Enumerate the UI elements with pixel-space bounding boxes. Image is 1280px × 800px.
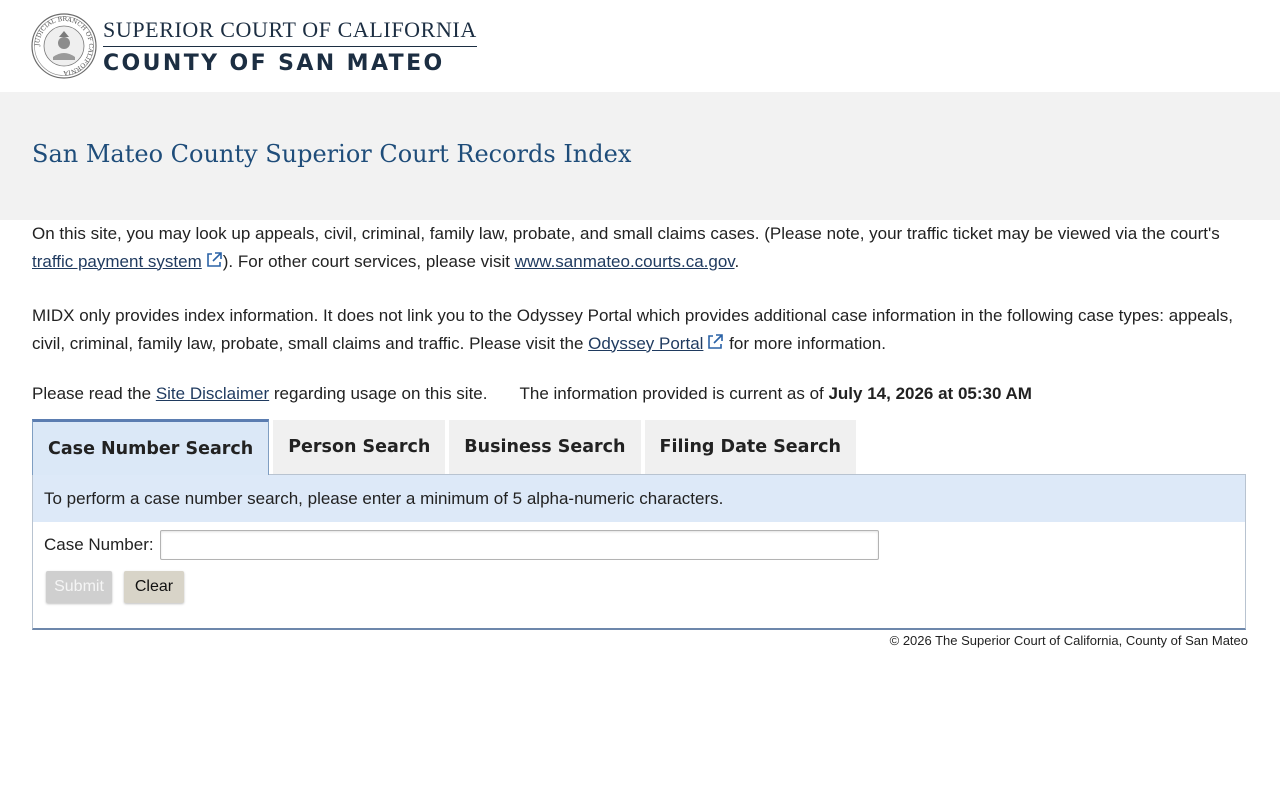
page-title: San Mateo County Superior Court Records … (32, 140, 632, 168)
case-number-search-panel: To perform a case number search, please … (32, 474, 1246, 630)
submit-button[interactable]: Submit (46, 571, 112, 603)
case-number-row: Case Number: (33, 525, 1245, 565)
case-number-input[interactable] (159, 530, 879, 560)
external-link-icon (708, 333, 724, 349)
tab-filing-date-search[interactable]: Filing Date Search (644, 420, 856, 474)
main-content: On this site, you may look up appeals, c… (0, 220, 1280, 648)
intro-paragraph: On this site, you may look up appeals, c… (32, 224, 1220, 271)
traffic-payment-link[interactable]: traffic payment system (32, 252, 202, 271)
court-logo[interactable]: JUDICIAL BRANCH OF CALIFORNIA SUPERIOR C… (31, 13, 477, 79)
form-buttons: Submit Clear (33, 571, 1245, 603)
case-number-label: Case Number: (44, 535, 154, 554)
tab-case-number-search[interactable]: Case Number Search (32, 419, 270, 475)
external-link-icon (206, 251, 222, 267)
disclaimer-text: Please read the Site Disclaimer regardin… (32, 384, 488, 403)
copyright-footer: © 2026 The Superior Court of California,… (889, 633, 1248, 648)
tab-business-search[interactable]: Business Search (449, 420, 641, 474)
info-row: Please read the Site Disclaimer regardin… (32, 384, 1248, 404)
data-currency-text: The information provided is current as o… (519, 384, 1032, 403)
logo-title-line: SUPERIOR COURT OF CALIFORNIA (103, 17, 477, 47)
logo-county-line: COUNTY OF SAN MATEO (103, 50, 445, 76)
search-tabs: Case Number Search Person Search Busines… (32, 418, 1248, 475)
search-instructions: To perform a case number search, please … (33, 475, 1245, 522)
odyssey-portal-link[interactable]: Odyssey Portal (588, 334, 703, 353)
data-current-date: July 14, 2026 at 05:30 AM (828, 384, 1032, 403)
clear-button[interactable]: Clear (124, 571, 184, 603)
midx-paragraph: MIDX only provides index information. It… (32, 306, 1234, 353)
site-header: JUDICIAL BRANCH OF CALIFORNIA SUPERIOR C… (0, 0, 1280, 92)
court-website-link[interactable]: www.sanmateo.courts.ca.gov (515, 252, 735, 271)
title-band: San Mateo County Superior Court Records … (0, 92, 1280, 220)
tab-person-search[interactable]: Person Search (273, 420, 446, 474)
court-seal-icon: JUDICIAL BRANCH OF CALIFORNIA (31, 13, 97, 79)
site-disclaimer-link[interactable]: Site Disclaimer (156, 384, 269, 403)
